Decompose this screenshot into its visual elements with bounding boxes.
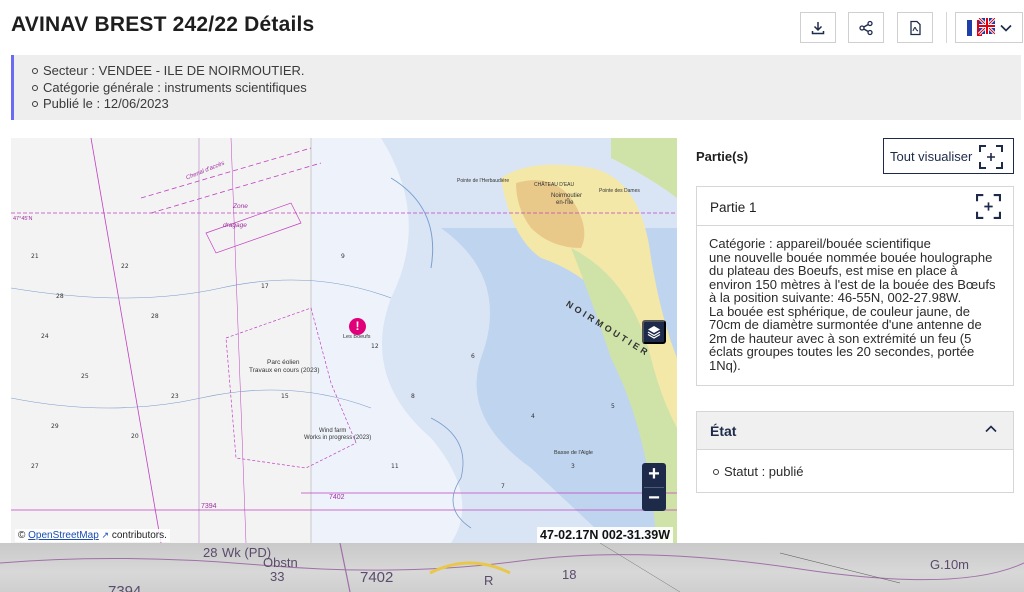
bullet-icon	[713, 468, 719, 475]
download-icon	[811, 21, 825, 34]
summary-box: Secteur : VENDEE - ILE DE NOIRMOUTIER. C…	[11, 55, 1021, 120]
map-label-latitude: 47°45'N	[13, 216, 33, 222]
svg-text:22: 22	[121, 263, 129, 270]
external-link-icon: ↗	[101, 530, 110, 540]
bullet-icon	[32, 84, 38, 91]
svg-text:5: 5	[611, 403, 615, 410]
share-button[interactable]	[848, 12, 884, 43]
bg-depth3-label: 18	[562, 567, 577, 582]
svg-text:21: 21	[31, 253, 39, 260]
download-button[interactable]	[800, 12, 836, 43]
bg-r-label: R	[484, 573, 494, 588]
svg-text:29: 29	[51, 423, 59, 430]
part-card-header: Partie 1	[697, 187, 1013, 226]
map-label-wind-farm: Wind farm	[319, 428, 347, 434]
map-attribution: © OpenStreetMap ↗ contributors.	[15, 529, 170, 542]
svg-text:17: 17	[261, 283, 269, 290]
part-description: Catégorie : appareil/bouée scientifique …	[709, 236, 996, 373]
summary-item-published: Publié le : 12/06/2023	[32, 96, 1021, 113]
page-title: AVINAV BREST 242/22 Détails	[11, 13, 315, 36]
map-label-parc-eolien: Parc éolien	[267, 359, 300, 366]
page-header: AVINAV BREST 242/22 Détails	[0, 0, 1024, 52]
map-label-noirmoutier-town: Noirmoutier	[551, 193, 583, 199]
pdf-button[interactable]	[897, 12, 933, 43]
svg-text:25: 25	[81, 373, 89, 380]
header-divider	[946, 12, 947, 43]
status-card: État Statut : publié	[696, 411, 1014, 493]
expand-focus-icon	[979, 145, 1003, 169]
part-card: Partie 1 Catégorie : appareil/bouée scie…	[696, 186, 1014, 386]
zoom-separator	[644, 487, 664, 488]
map-label-works: Works in progress (2023)	[304, 435, 372, 441]
svg-text:20: 20	[131, 433, 139, 440]
language-selector[interactable]	[955, 12, 1023, 43]
map-label-7394: 7394	[201, 503, 217, 510]
layers-icon	[647, 326, 661, 339]
map-label-pointe-dames: Pointe des Dames	[599, 188, 640, 194]
status-value: Statut : publié	[724, 464, 804, 479]
map-label-chateau: CHÂTEAU D'EAU	[534, 182, 575, 188]
nautical-map[interactable]: 21 28 24 25 29 27 22 28 23 17 15 9 12 8 6 4 3 11 5 7 2…	[11, 138, 677, 543]
map-label-pointe-herbaudiere: Pointe de l'Herbaudière	[457, 178, 510, 184]
bullet-icon	[32, 68, 38, 75]
parts-title: Partie(s)	[696, 149, 749, 164]
bg-7402-label: 7402	[360, 569, 394, 586]
svg-text:15: 15	[281, 393, 289, 400]
status-card-header[interactable]: État	[697, 412, 1013, 450]
bg-depth-label: 28	[203, 545, 218, 560]
svg-text:23: 23	[171, 393, 179, 400]
cursor-coordinates: 47-02.17N 002-31.39W	[537, 527, 673, 543]
svg-text:6: 6	[471, 353, 475, 360]
background-map-strip: 28 Wk (PD) Obstn 33 7402 7394 18 G.10m R	[0, 543, 1024, 592]
part-label: Partie 1	[710, 200, 757, 215]
svg-text:3: 3	[571, 463, 575, 470]
chevron-up-icon[interactable]	[985, 425, 997, 433]
map-label-dragage: dragage	[223, 222, 247, 229]
map-label-zone: Zone	[233, 203, 248, 210]
map-label-7402: 7402	[329, 494, 345, 501]
layers-button[interactable]	[642, 320, 666, 344]
share-icon	[859, 20, 873, 35]
map-label-en-ile: en-l'Île	[556, 200, 574, 206]
chevron-down-icon	[999, 24, 1012, 32]
bullet-icon	[32, 101, 38, 108]
svg-text:11: 11	[391, 463, 399, 470]
zoom-in-button[interactable]: +	[642, 463, 666, 487]
bg-depth2-label: 33	[270, 569, 285, 584]
summary-item-sector: Secteur : VENDEE - ILE DE NOIRMOUTIER.	[32, 63, 1021, 80]
svg-text:9: 9	[341, 253, 345, 260]
bg-buoy-label: G.10m	[930, 557, 970, 572]
zoom-out-button[interactable]: −	[642, 487, 666, 511]
bg-obstn-label: Obstn	[263, 555, 298, 570]
svg-text:7: 7	[501, 483, 505, 490]
bg-7394-label: 7394	[108, 583, 142, 592]
zoom-control: + −	[642, 463, 666, 511]
svg-text:24: 24	[41, 333, 49, 340]
view-all-button[interactable]: Tout visualiser	[883, 138, 1014, 174]
pdf-icon	[910, 20, 921, 35]
expand-focus-icon[interactable]	[976, 194, 1001, 219]
svg-text:12: 12	[371, 343, 379, 350]
alert-marker-icon[interactable]: !	[349, 318, 366, 335]
svg-text:27: 27	[31, 463, 39, 470]
flag-fr-uk-icon	[966, 17, 995, 36]
status-row: Statut : publié	[697, 450, 1013, 479]
svg-text:4: 4	[531, 413, 535, 420]
summary-item-category: Catégorie générale : instruments scienti…	[32, 80, 1021, 97]
svg-text:28: 28	[151, 313, 159, 320]
svg-text:8: 8	[411, 393, 415, 400]
openstreetmap-link[interactable]: OpenStreetMap	[28, 530, 99, 541]
map-label-basse-aigle: Basse de l'Aigle	[554, 450, 593, 456]
status-title: État	[710, 423, 737, 439]
svg-text:28: 28	[56, 293, 64, 300]
map-label-travaux: Travaux en cours (2023)	[249, 367, 320, 374]
